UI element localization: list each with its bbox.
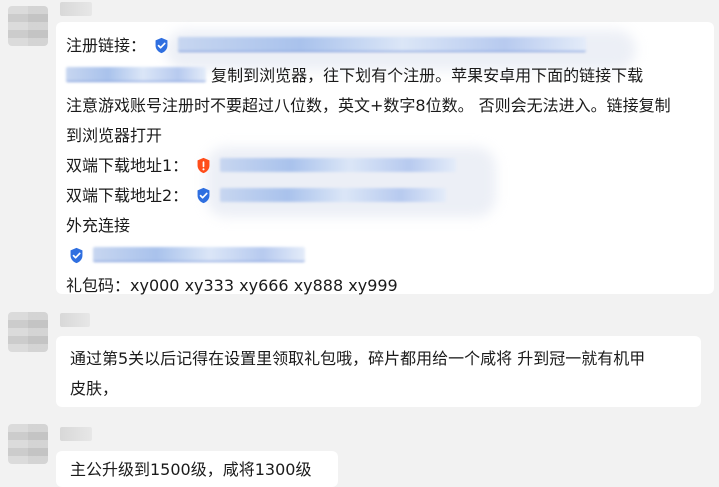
message-text-line: 注意游戏账号注册时不要超过八位数，英文+数字8位数。 否则会无法进入。链接复制 xyxy=(66,96,671,115)
top-up-label: 外充连接 xyxy=(66,216,131,235)
sender-name xyxy=(60,313,90,327)
download-1-label: 双端下载地址1： xyxy=(66,156,189,175)
sender-name xyxy=(60,427,92,441)
download-link-1-line: 双端下载地址1： xyxy=(66,151,704,181)
top-up-link-line xyxy=(66,241,704,271)
message-bubble: 通过第5关以后记得在设置里领取礼包哦，碎片都用给一个咸将 升到冠一就有机甲 皮肤… xyxy=(56,336,701,407)
download-link-1[interactable] xyxy=(220,158,457,172)
message-bubble: 主公升级到1500级，咸将1300级 xyxy=(56,451,338,487)
register-instructions-line: 复制到浏览器，往下划有个注册。苹果安卓用下面的链接下载 xyxy=(66,61,704,91)
top-up-link[interactable] xyxy=(93,247,306,262)
download-link-2-line: 双端下载地址2： xyxy=(66,181,704,211)
message-bubble: 注册链接： 复制到浏览器，往下划有个注册。苹果安卓用下面的链接下载 注意游戏账号… xyxy=(56,22,714,295)
download-2-label: 双端下载地址2： xyxy=(66,186,189,205)
shield-check-icon xyxy=(153,37,170,54)
sender-name xyxy=(60,2,92,16)
warning-shield-icon xyxy=(195,157,212,174)
shield-check-icon xyxy=(195,187,212,204)
message-text-line: 皮肤， xyxy=(70,379,119,398)
avatar[interactable] xyxy=(8,424,48,464)
message-text-line: 主公升级到1500级，咸将1300级 xyxy=(70,460,312,479)
download-link-2[interactable] xyxy=(220,188,447,202)
message-text-line: 通过第5关以后记得在设置里领取礼包哦，碎片都用给一个咸将 升到冠一就有机甲 xyxy=(70,349,646,368)
avatar[interactable] xyxy=(8,312,48,352)
gift-codes: 礼包码：xy000 xy333 xy666 xy888 xy999 xyxy=(66,276,398,295)
register-link-continued[interactable] xyxy=(66,67,206,82)
shield-check-icon xyxy=(68,247,85,264)
register-link[interactable] xyxy=(178,37,587,52)
chat-window: 注册链接： 复制到浏览器，往下划有个注册。苹果安卓用下面的链接下载 注意游戏账号… xyxy=(0,0,719,487)
register-instructions: 复制到浏览器，往下划有个注册。苹果安卓用下面的链接下载 xyxy=(211,66,644,85)
register-link-line: 注册链接： xyxy=(66,31,704,61)
message-text-line: 到浏览器打开 xyxy=(66,126,163,145)
avatar[interactable] xyxy=(8,6,48,46)
register-label: 注册链接： xyxy=(66,36,147,55)
